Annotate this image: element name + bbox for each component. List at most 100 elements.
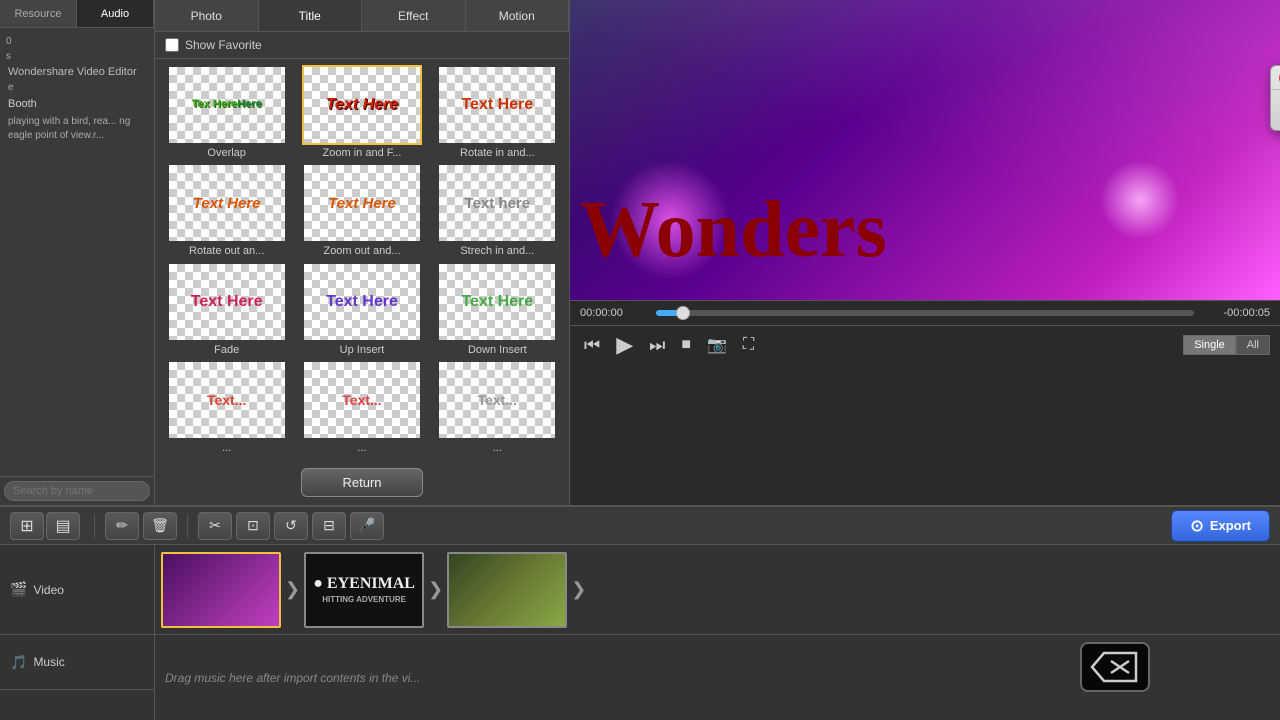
progress-handle[interactable] xyxy=(676,306,690,320)
effect-text-zoom-out: Text Here xyxy=(304,165,420,241)
video-track: ❯ ● EYENIMAL HITTING ADVENTURE ❯ ❯ xyxy=(155,545,1280,635)
show-favorite-label: Show Favorite xyxy=(185,38,262,52)
effect-zoom-in[interactable]: Text Here Zoom in and F... xyxy=(296,65,427,159)
pink-glow xyxy=(1100,160,1180,240)
effect-rotate-out[interactable]: Text Here Rotate out an... xyxy=(161,163,292,257)
fast-forward-button[interactable]: ⏭ xyxy=(645,333,669,358)
delete-button[interactable]: 🗑 xyxy=(143,512,177,540)
logo-sub: HITTING ADVENTURE xyxy=(313,595,415,605)
sidebar-description: playing with a bird, rea... ng eagle poi… xyxy=(4,113,150,145)
edit-button[interactable]: ✏ xyxy=(105,512,139,540)
effect-thumb-fade: Text Here xyxy=(167,262,287,342)
left-sidebar: Resource Audio 0 s Wondershare Video Edi… xyxy=(0,0,155,505)
effect-name-zoom-out: Zoom out and... xyxy=(323,245,400,257)
return-button[interactable]: Return xyxy=(301,468,422,497)
effect-overlap[interactable]: Tex HereHere Overlap xyxy=(161,65,292,159)
effect-text-rotate-in: Text Here xyxy=(439,67,555,143)
effect-up-insert[interactable]: Text Here Up Insert xyxy=(296,262,427,356)
tab-title[interactable]: Title xyxy=(259,0,363,31)
audio-button[interactable]: 🎤 xyxy=(350,512,384,540)
sidebar-content: 0 s Wondershare Video Editor e Booth pla… xyxy=(0,28,154,476)
effect-more3[interactable]: Text... ... xyxy=(432,360,563,454)
delete-icon-overlay[interactable] xyxy=(1080,642,1150,692)
play-button[interactable]: ▶ xyxy=(612,330,637,360)
clip-purple[interactable] xyxy=(161,552,281,628)
font-dialog-title-bar: ✕ Font xyxy=(1271,66,1280,90)
effect-more2[interactable]: Text... ... xyxy=(296,360,427,454)
single-button[interactable]: Single xyxy=(1183,335,1236,355)
preview-video: Wonders ✕ Font Font: American... Size: ▲… xyxy=(570,0,1280,300)
tab-effect[interactable]: Effect xyxy=(362,0,466,31)
effect-stretch-in[interactable]: Text here Strech in and... xyxy=(432,163,563,257)
track-label-column: 🎬 Video 🎵 Music xyxy=(0,545,155,720)
tab-motion[interactable]: Motion xyxy=(466,0,570,31)
effects-grid: Tex HereHere Overlap Text Here Zoom in a… xyxy=(155,59,569,460)
effect-down-insert[interactable]: Text Here Down Insert xyxy=(432,262,563,356)
fullscreen-button[interactable]: ⛶ xyxy=(739,334,758,356)
progress-track[interactable] xyxy=(656,310,1194,316)
controls-row: ⏮ ▶ ⏭ ■ 📷 ⛶ Single All xyxy=(570,325,1280,364)
sidebar-label-s: s xyxy=(6,51,148,62)
storyboard-view-button[interactable]: ⊞ xyxy=(10,512,44,540)
effect-name-rotate-out: Rotate out an... xyxy=(189,245,264,257)
stop-button[interactable]: ■ xyxy=(677,334,695,356)
effects-tabs: Photo Title Effect Motion xyxy=(155,0,569,32)
effect-name-down-insert: Down Insert xyxy=(468,344,527,356)
video-label-text: Video xyxy=(33,583,63,597)
transition-button[interactable]: ⊟ xyxy=(312,512,346,540)
sidebar-label-0: 0 xyxy=(6,36,148,47)
timeline-tracks: 🎬 Video 🎵 Music ❯ ● EYENIMAL HITTING ADV… xyxy=(0,545,1280,720)
effect-zoom-out[interactable]: Text Here Zoom out and... xyxy=(296,163,427,257)
sidebar-tab-audio[interactable]: Audio xyxy=(77,0,154,27)
sidebar-booth: Booth xyxy=(4,95,150,113)
transition-1[interactable]: ❯ xyxy=(285,579,300,600)
view-toggle-group: ⊞ ▤ xyxy=(10,512,80,540)
effect-text-zoom-in: Text Here xyxy=(304,67,420,143)
font-dialog-body: Font: American... Size: ▲▼ Color: xyxy=(1271,90,1280,130)
timeline-view-button[interactable]: ▤ xyxy=(46,512,80,540)
effect-fade[interactable]: Text Here Fade xyxy=(161,262,292,356)
effect-thumb-down-insert: Text Here xyxy=(437,262,557,342)
effect-name-up-insert: Up Insert xyxy=(340,344,385,356)
effect-text-more3: Text... xyxy=(439,362,555,438)
effect-text-up-insert: Text Here xyxy=(304,264,420,340)
export-button[interactable]: ⊙ Export xyxy=(1171,510,1270,542)
effect-thumb-rotate-in: Text Here xyxy=(437,65,557,145)
transition-2[interactable]: ❯ xyxy=(428,579,443,600)
search-input[interactable] xyxy=(4,481,150,501)
tab-photo[interactable]: Photo xyxy=(155,0,259,31)
effect-thumb-more3: Text... xyxy=(437,360,557,440)
track-content-column: ❯ ● EYENIMAL HITTING ADVENTURE ❯ ❯ Drag … xyxy=(155,545,1280,720)
preview-panel: Wonders ✕ Font Font: American... Size: ▲… xyxy=(570,0,1280,505)
effect-thumb-zoom-in: Text Here xyxy=(302,65,422,145)
all-button[interactable]: All xyxy=(1236,335,1270,355)
sidebar-tab-resource[interactable]: Resource xyxy=(0,0,77,27)
export-label: Export xyxy=(1210,518,1251,533)
sidebar-app-name: Wondershare Video Editor xyxy=(4,64,150,80)
transition-3[interactable]: ❯ xyxy=(571,579,586,600)
cut-button[interactable]: ✂ xyxy=(198,512,232,540)
sidebar-tabs: Resource Audio xyxy=(0,0,154,28)
sidebar-search xyxy=(0,476,154,505)
music-track-icon: 🎵 xyxy=(10,654,27,671)
effect-text-rotate-out: Text Here xyxy=(169,165,285,241)
effect-name-stretch-in: Strech in and... xyxy=(460,245,534,257)
crop-button[interactable]: ⊡ xyxy=(236,512,270,540)
effect-name-more2: ... xyxy=(357,442,366,454)
rotate-button[interactable]: ↺ xyxy=(274,512,308,540)
effect-text-more2: Text... xyxy=(304,362,420,438)
effect-text-more1: Text... xyxy=(169,362,285,438)
clip-nature[interactable] xyxy=(447,552,567,628)
effect-text-fade: Text Here xyxy=(169,264,285,340)
effect-more1[interactable]: Text... ... xyxy=(161,360,292,454)
separator-1 xyxy=(94,514,95,538)
effect-name-more1: ... xyxy=(222,442,231,454)
rewind-button[interactable]: ⏮ xyxy=(580,333,604,358)
effect-rotate-in[interactable]: Text Here Rotate in and... xyxy=(432,65,563,159)
effect-thumb-stretch-in: Text here xyxy=(437,163,557,243)
screenshot-button[interactable]: 📷 xyxy=(703,333,731,357)
effect-thumb-overlap: Tex HereHere xyxy=(167,65,287,145)
clip-eyenimal[interactable]: ● EYENIMAL HITTING ADVENTURE xyxy=(304,552,424,628)
effects-panel: Photo Title Effect Motion Show Favorite … xyxy=(155,0,570,505)
show-favorite-checkbox[interactable] xyxy=(165,38,179,52)
